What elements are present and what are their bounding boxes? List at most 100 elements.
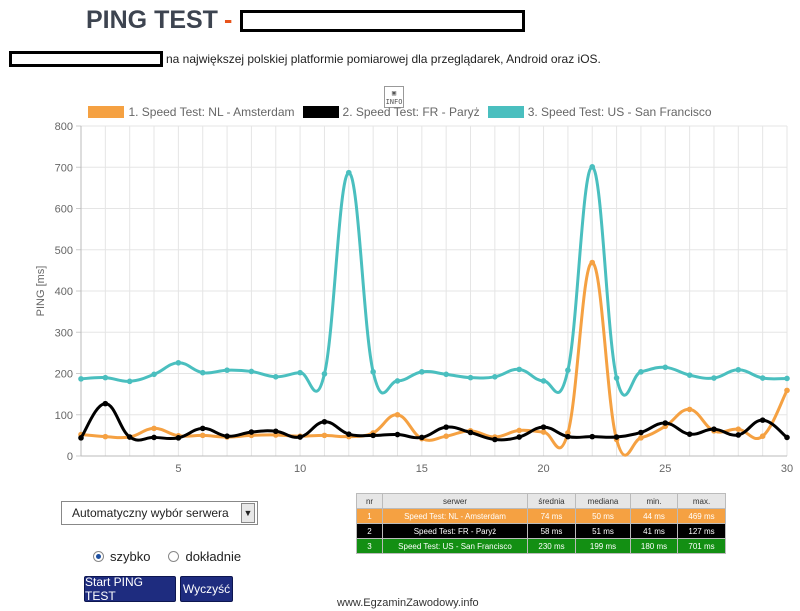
th-nr: nr — [356, 493, 383, 509]
data-point — [784, 434, 790, 441]
mode-radio-group: szybko dokładnie — [93, 549, 259, 564]
y-tick-label: 800 — [55, 121, 73, 133]
data-point — [126, 378, 133, 385]
data-point — [248, 429, 255, 435]
th-server: serwer — [382, 493, 528, 509]
page-title: PING TEST - — [86, 6, 526, 35]
data-point — [735, 426, 742, 432]
series-line-3 — [80, 165, 788, 397]
data-point — [199, 432, 206, 439]
data-point — [759, 375, 766, 381]
data-point — [175, 359, 182, 366]
server-select[interactable]: Automatyczny wybór serwera ▼ — [61, 501, 258, 525]
legend-label-fr: 2. Speed Test: FR - Paryż — [342, 105, 480, 119]
x-tick-label: 15 — [416, 463, 428, 473]
table-row: 1 Speed Test: NL - Amsterdam 74 ms 50 ms 44 … — [356, 508, 726, 524]
y-tick-label: 700 — [55, 162, 73, 174]
table-cell: 230 ms — [527, 538, 576, 554]
data-point — [419, 434, 425, 441]
table-cell: 1 — [356, 508, 383, 524]
table-cell: 469 ms — [677, 508, 726, 524]
server-select-wrap: Automatyczny wybór serwera ▼ — [61, 501, 258, 525]
radio-exact[interactable] — [168, 551, 180, 562]
data-point — [467, 374, 474, 381]
legend-label-us: 3. Speed Test: US - San Francisco — [527, 105, 712, 119]
y-tick-label: 600 — [55, 204, 73, 216]
data-point — [321, 371, 328, 377]
th-max: max. — [677, 493, 726, 509]
series-line-2 — [79, 402, 788, 442]
table-row: 3 Speed Test: US - San Francisco 230 ms 199… — [356, 538, 726, 554]
y-tick-label: 300 — [55, 327, 73, 339]
data-point — [102, 433, 109, 440]
table-cell: 199 ms — [575, 538, 631, 554]
data-point — [199, 369, 206, 376]
data-point — [394, 411, 401, 418]
radio-fast-label[interactable]: szybko — [110, 549, 150, 564]
subtitle: na największej polskiej platformie pomia… — [9, 51, 601, 67]
data-point — [516, 434, 523, 440]
x-tick-label: 20 — [537, 463, 549, 473]
y-tick-label: 200 — [55, 369, 73, 381]
table-cell: Speed Test: US - San Francisco — [382, 538, 528, 554]
radio-fast[interactable] — [93, 551, 104, 562]
data-point — [759, 433, 766, 440]
table-cell: 58 ms — [527, 523, 576, 539]
data-point — [126, 434, 133, 440]
data-point — [711, 375, 717, 381]
data-point — [589, 164, 596, 170]
data-point — [443, 433, 449, 440]
data-point — [345, 169, 352, 176]
x-tick-label: 30 — [781, 463, 793, 473]
data-point — [711, 426, 717, 432]
data-point — [321, 418, 328, 425]
table-cell: 701 ms — [677, 538, 726, 554]
data-point — [394, 378, 401, 384]
table-cell: 50 ms — [575, 508, 631, 524]
data-point — [613, 375, 620, 381]
x-tick-label: 5 — [175, 463, 181, 473]
start-ping-test-button[interactable]: Start PING TEST — [84, 575, 176, 603]
data-point — [735, 432, 742, 438]
legend-item-us[interactable]: 3. Speed Test: US - San Francisco — [487, 105, 712, 119]
data-point — [224, 367, 230, 373]
table-cell: 41 ms — [630, 523, 678, 539]
y-axis-label: PING [ms] — [35, 266, 47, 317]
chevron-down-icon[interactable]: ▼ — [241, 503, 255, 523]
data-point — [394, 431, 401, 438]
data-point — [638, 369, 644, 375]
th-avg: średnia — [527, 493, 576, 509]
legend-item-nl[interactable]: 1. Speed Test: NL - Amsterdam — [88, 105, 295, 119]
data-point — [686, 372, 693, 378]
redacted-box — [9, 51, 163, 67]
table-cell: Speed Test: FR - Paryż — [382, 523, 528, 539]
legend-label-nl: 1. Speed Test: NL - Amsterdam — [128, 105, 295, 119]
radio-exact-label[interactable]: dokładnie — [185, 549, 241, 564]
legend-swatch-nl — [88, 106, 125, 118]
data-point — [370, 432, 376, 439]
data-point — [272, 428, 279, 435]
server-select-value: Automatyczny wybór serwera — [72, 506, 229, 520]
redacted-box — [240, 9, 526, 32]
data-point — [151, 434, 157, 441]
data-point — [662, 364, 669, 371]
data-point — [613, 434, 620, 440]
data-point — [370, 369, 376, 375]
data-point — [321, 432, 328, 439]
data-point — [224, 433, 230, 440]
table-cell: 2 — [356, 523, 383, 539]
legend-item-fr[interactable]: 2. Speed Test: FR - Paryż — [302, 105, 480, 119]
data-point — [638, 435, 644, 441]
data-point — [467, 429, 474, 436]
subtitle-text: na największej polskiej platformie pomia… — [166, 52, 601, 66]
clear-button[interactable]: Wyczyść — [180, 576, 233, 602]
page-title-text: PING TEST — [86, 6, 218, 34]
data-point — [102, 400, 109, 407]
results-table: nr serwer średnia mediana min. max. 1 Spe… — [356, 493, 726, 554]
table-cell: 180 ms — [630, 538, 678, 554]
x-tick-label: 25 — [659, 463, 671, 473]
table-cell: 3 — [356, 538, 383, 554]
data-point — [735, 366, 742, 373]
data-point — [589, 259, 596, 266]
legend-swatch-us — [487, 106, 524, 118]
